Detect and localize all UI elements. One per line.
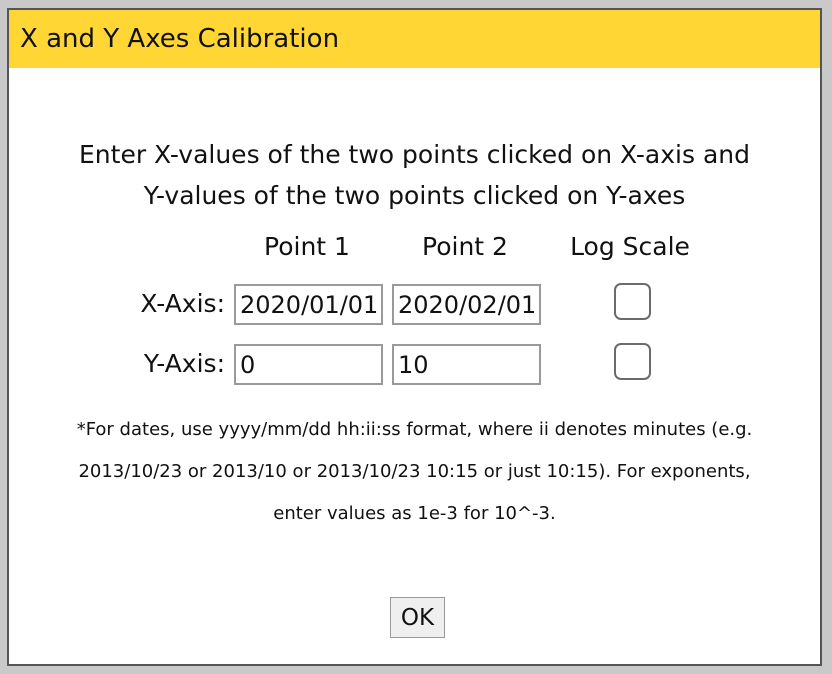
instructions-line-1: Enter X-values of the two points clicked… [79, 140, 750, 169]
x-axis-label: X-Axis: [140, 289, 225, 318]
y-axis-label: Y-Axis: [143, 349, 225, 378]
calibration-dialog: X and Y Axes Calibration Enter X-values … [7, 8, 822, 666]
format-note-line-3: enter values as 1e-3 for 10^-3. [273, 503, 556, 524]
column-header-point-2: Point 2 [422, 232, 508, 261]
format-note-line-1: *For dates, use yyyy/mm/dd hh:ii:ss form… [76, 419, 753, 440]
instructions-text: Enter X-values of the two points clicked… [9, 134, 820, 216]
x-axis-point-1-input[interactable] [234, 284, 383, 325]
ok-button[interactable]: OK [390, 597, 445, 638]
instructions-line-2: Y-values of the two points clicked on Y-… [143, 181, 686, 210]
x-axis-point-2-input[interactable] [392, 284, 541, 325]
column-header-log-scale: Log Scale [570, 232, 690, 261]
column-header-point-1: Point 1 [264, 232, 350, 261]
y-axis-point-2-input[interactable] [392, 344, 541, 385]
dialog-titlebar: X and Y Axes Calibration [9, 10, 820, 68]
y-axis-point-1-input[interactable] [234, 344, 383, 385]
x-axis-log-scale-checkbox[interactable] [614, 283, 651, 320]
format-note: *For dates, use yyyy/mm/dd hh:ii:ss form… [9, 409, 820, 535]
format-note-line-2: 2013/10/23 or 2013/10 or 2013/10/23 10:1… [78, 461, 751, 482]
y-axis-log-scale-checkbox[interactable] [614, 343, 651, 380]
dialog-title: X and Y Axes Calibration [20, 24, 340, 54]
